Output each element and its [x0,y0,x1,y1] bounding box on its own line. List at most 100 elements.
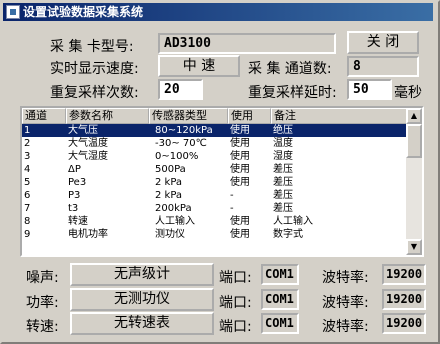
close-button[interactable]: 关 闭 [347,31,419,54]
channels-field: 8 [347,56,419,77]
speed-label: 实时显示速度: [50,61,139,77]
port-field[interactable]: COM1 [261,264,299,285]
baud-label: 波特率: [322,319,369,335]
cell-param: P3 [68,190,81,201]
cell-sensor: 2 kPa [155,190,183,201]
scroll-up-icon[interactable]: ▲ [406,108,422,124]
cell-sensor: 500Pa [155,164,186,175]
repeat-delay-input[interactable]: 50 [347,79,392,100]
repeat-count-input[interactable]: 20 [158,79,203,100]
table-row[interactable]: 2 大气温度 -30~ 70℃ 使用 温度 [22,137,408,150]
cell-note: 湿度 [273,151,293,162]
baud-field[interactable]: 19200 [382,264,426,285]
cell-note: 数字式 [273,229,303,240]
baud-label: 波特率: [322,295,369,311]
cell-use: - [230,203,234,214]
baud-field[interactable]: 19200 [382,313,426,334]
col-channel[interactable]: 通道 [22,108,66,124]
device-select-button[interactable]: 无转速表 [70,312,214,335]
cell-channel: 3 [24,151,31,162]
cell-channel: 8 [24,216,31,227]
cell-sensor: 2 kPa [155,177,183,188]
table-row[interactable]: 6 P3 2 kPa - 差压 [22,189,408,202]
port-label: 端口: [219,270,252,286]
cell-param: 转速 [68,216,88,227]
cell-param: 大气压 [68,125,98,136]
cell-note: 差压 [273,177,293,188]
delay-unit: 毫秒 [394,85,422,101]
device-label: 噪声: [26,270,59,286]
col-sensor[interactable]: 传感器类型 [149,108,228,124]
table-row[interactable]: 3 大气湿度 0~100% 使用 湿度 [22,150,408,163]
cell-param: Pe3 [68,177,87,188]
baud-label: 波特率: [322,270,369,286]
cell-sensor: 0~100% [155,151,199,162]
port-field[interactable]: COM1 [261,313,299,334]
app-icon [6,5,20,19]
table-header: 通道 参数名称 传感器类型 使用 备注 [22,108,408,124]
cell-sensor: 人工输入 [155,216,195,227]
settings-window: 设置试验数据采集系统 采 集 卡型号: AD3100 关 闭 实时显示速度: 中… [0,0,440,344]
scroll-thumb[interactable] [406,124,422,158]
cell-note: 人工输入 [273,216,313,227]
cell-note: 差压 [273,164,293,175]
device-select-button[interactable]: 无声级计 [70,263,214,286]
port-label: 端口: [219,319,252,335]
cell-param: 大气湿度 [68,151,108,162]
cell-use: 使用 [230,125,250,136]
title-bar: 设置试验数据采集系统 [3,3,433,21]
cell-use: 使用 [230,177,250,188]
col-param[interactable]: 参数名称 [66,108,149,124]
cell-channel: 1 [24,125,31,136]
cell-sensor: -30~ 70℃ [155,138,207,149]
window-title: 设置试验数据采集系统 [23,5,144,19]
speed-select[interactable]: 中 速 [158,55,240,77]
card-model-label: 采 集 卡型号: [50,39,134,55]
cell-sensor: 测功仪 [155,229,185,240]
cell-use: 使用 [230,138,250,149]
cell-sensor: 200kPa [155,203,192,214]
cell-channel: 6 [24,190,31,201]
cell-param: 电机功率 [68,229,108,240]
col-note[interactable]: 备注 [271,108,408,124]
cell-param: t3 [68,203,79,214]
col-use[interactable]: 使用 [228,108,271,124]
cell-note: 绝压 [273,125,293,136]
cell-channel: 9 [24,229,31,240]
table-body: 1 大气压 80~120kPa 使用 绝压 2 大气温度 -30~ 70℃ 使用 温度 3 大气湿度 0… [22,124,408,241]
vertical-scrollbar[interactable]: ▲ ▼ [406,108,422,255]
scroll-down-icon[interactable]: ▼ [406,239,422,255]
table-row[interactable]: 8 转速 人工输入 使用 人工输入 [22,215,408,228]
cell-use: 使用 [230,229,250,240]
card-model-field: AD3100 [158,33,336,54]
cell-param: 大气温度 [68,138,108,149]
device-label: 转速: [26,319,59,335]
cell-sensor: 80~120kPa [155,125,213,136]
cell-channel: 4 [24,164,31,175]
baud-field[interactable]: 19200 [382,289,426,310]
port-label: 端口: [219,295,252,311]
cell-use: 使用 [230,216,250,227]
cell-param: ΔP [68,164,81,175]
cell-use: - [230,190,234,201]
repeat-count-label: 重复采样次数: [50,85,139,101]
device-label: 功率: [26,295,59,311]
cell-use: 使用 [230,151,250,162]
cell-note: 温度 [273,138,293,149]
device-select-button[interactable]: 无测功仪 [70,288,214,311]
port-field[interactable]: COM1 [261,289,299,310]
cell-note: 差压 [273,190,293,201]
table-row[interactable]: 7 t3 200kPa - 差压 [22,202,408,215]
cell-channel: 5 [24,177,31,188]
channel-table[interactable]: 通道 参数名称 传感器类型 使用 备注 1 大气压 80~120kPa 使用 绝压 2 大气… [20,106,424,257]
cell-channel: 2 [24,138,31,149]
cell-use: 使用 [230,164,250,175]
table-row[interactable]: 4 ΔP 500Pa 使用 差压 [22,163,408,176]
channels-label: 采 集 通道数: [248,61,332,77]
table-row[interactable]: 1 大气压 80~120kPa 使用 绝压 [22,124,408,137]
repeat-delay-label: 重复采样延时: [248,85,337,101]
cell-note: 差压 [273,203,293,214]
cell-channel: 7 [24,203,31,214]
table-row[interactable]: 9 电机功率 测功仪 使用 数字式 [22,228,408,241]
table-row[interactable]: 5 Pe3 2 kPa 使用 差压 [22,176,408,189]
